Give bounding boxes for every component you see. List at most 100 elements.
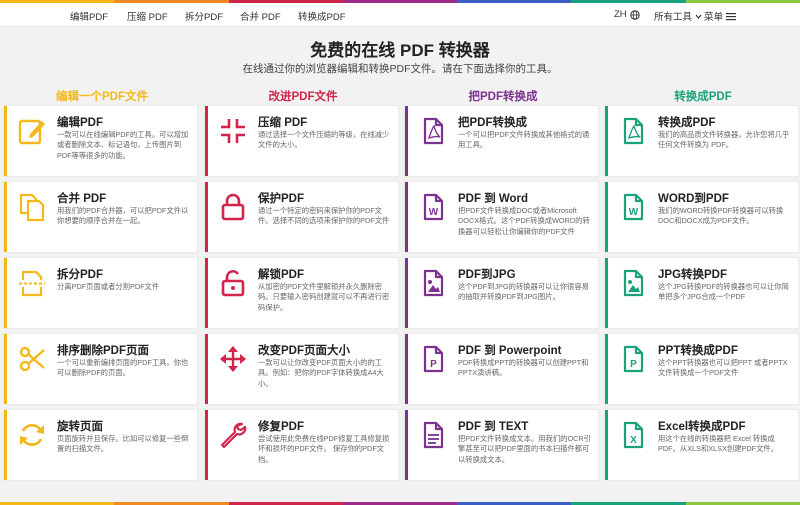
- tool-card-description: 我们的高品质文件转换器，允许您将几乎任何文件转换为 PDF。: [658, 130, 790, 150]
- tool-card-title: 旋转页面: [57, 421, 103, 433]
- tool-card-title: 合并 PDF: [57, 193, 107, 205]
- image-file-icon: [618, 268, 648, 298]
- tool-card[interactable]: X Excel转换成PDF 用这个在线的转换器把 Excel 转换成PDF。从XLS…: [605, 410, 798, 480]
- tool-card[interactable]: 压缩 PDF 通过选择一个文件压缩的等级，在线减少文件的大小。: [205, 106, 398, 176]
- nav-link-merge-pdf[interactable]: 合并 PDF: [240, 9, 281, 23]
- tool-card[interactable]: 旋转页面 页面旋转并且保存。比如可以修复一些倒置的扫描文件。: [4, 410, 197, 480]
- lock-icon: [218, 192, 248, 222]
- tool-card-title: PDF到JPG: [458, 269, 516, 281]
- wrench-icon: [218, 420, 248, 450]
- tool-card-description: 这个PDF到JPG的转换器可以让你很容易的抽取并转换PDF到JPG图片。: [458, 282, 589, 302]
- tool-card[interactable]: PDF 到 TEXT 把PDF文件转换成文本。用我们的OCR引擎甚至可以把PDF里…: [405, 410, 598, 480]
- tool-card-title: 修复PDF: [258, 421, 304, 433]
- tool-card-description: 一款可以在线编辑PDF的工具。可以增加或者删除文本、标记语句，上传图片到PDF等…: [57, 130, 189, 160]
- tool-card-description: 分离PDF页面或者分割PDF文件: [57, 282, 160, 291]
- all-tools-dropdown[interactable]: 所有工具: [654, 9, 702, 23]
- svg-text:P: P: [630, 359, 637, 370]
- tool-card-title: 拆分PDF: [57, 269, 103, 281]
- tool-card[interactable]: 保护PDF 通过一个特定的密码来保护你的PDF文件。选择不同的选项来保护你的PDF…: [205, 182, 398, 252]
- column-heading: 转换成PDF: [674, 91, 732, 103]
- tool-card[interactable]: 拆分PDF 分离PDF页面或者分割PDF文件: [4, 258, 197, 328]
- tool-card-title: 排序删除PDF页面: [57, 345, 149, 357]
- tool-card-title: PDF 到 Powerpoint: [458, 345, 562, 357]
- tool-card-description: PDF转换成PPT的转换器可以创建PPT和PPTX演讲稿。: [458, 358, 589, 378]
- nav-link-compress-pdf[interactable]: 压缩 PDF: [127, 9, 168, 23]
- move-icon: [218, 344, 248, 374]
- excel-file-icon: X: [618, 420, 648, 450]
- tool-card-description: 从加密的PDF文件里解锁并永久删除密码。只要输入密码创建就可以不再进行密码保护。: [258, 282, 390, 312]
- tool-card-description: 尝试使用此免费在线PDF修复工具修复损坏和损坏的PDF文件。 保存你的PDF文档…: [258, 434, 390, 464]
- tool-card[interactable]: 解锁PDF 从加密的PDF文件里解锁并永久删除密码。只要输入密码创建就可以不再进行…: [205, 258, 398, 328]
- tool-card-description: 用这个在线的转换器把 Excel 转换成PDF。从XLS和XLSX创建PDF文件…: [658, 434, 779, 454]
- tool-card-description: 通过选择一个文件压缩的等级，在线减少文件的大小。: [258, 130, 390, 150]
- unlock-icon: [218, 268, 248, 298]
- tool-card-title: 编辑PDF: [57, 117, 103, 129]
- svg-text:X: X: [630, 435, 637, 446]
- split-icon: [17, 268, 47, 298]
- svg-text:P: P: [430, 359, 437, 370]
- tool-card[interactable]: W WORD到PDF 我们的WORD转换PDF转换器可以转换DOC和DOCX成为PD…: [605, 182, 798, 252]
- pdf-file-icon: [418, 116, 448, 146]
- copy-icon: [17, 192, 47, 222]
- tool-card[interactable]: 修复PDF 尝试使用此免费在线PDF修复工具修复损坏和损坏的PDF文件。 保存你的…: [205, 410, 398, 480]
- tool-card[interactable]: JPG转换PDF 这个JPG转换PDF的转换器也可以让你简单把多个JPG合成一个P…: [605, 258, 798, 328]
- column-heading: 编辑一个PDF文件: [56, 91, 148, 103]
- nav-link-split-pdf[interactable]: 拆分PDF: [185, 9, 223, 23]
- hamburger-icon: [726, 12, 737, 20]
- tool-card-title: WORD到PDF: [658, 193, 729, 205]
- ppt-file-icon: P: [418, 344, 448, 374]
- tool-card-description: 一个可以重新编排页面的PDF工具。你也可以删除PDF的页面。: [57, 358, 189, 378]
- tool-card[interactable]: 合并 PDF 用我们的PDF合并器，可以把PDF文件以你想要的顺序合并在一起。: [4, 182, 197, 252]
- nav-link-edit-pdf[interactable]: 编辑PDF: [70, 9, 108, 23]
- tool-card-description: 通过一个特定的密码来保护你的PDF文件。选择不同的选项来保护你的PDF文件: [258, 206, 390, 226]
- rotate-icon: [17, 420, 47, 450]
- ppt-file-icon: P: [618, 344, 648, 374]
- tool-card-title: 解锁PDF: [258, 269, 304, 281]
- tool-card-description: 这个JPG转换PDF的转换器也可以让你简单把多个JPG合成一个PDF: [658, 282, 789, 302]
- tool-card-title: PPT转换成PDF: [658, 345, 738, 357]
- tool-card[interactable]: 转换成PDF 我们的高品质文件转换器，允许您将几乎任何文件转换为 PDF。: [605, 106, 798, 176]
- tool-card[interactable]: PDF到JPG 这个PDF到JPG的转换器可以让你很容易的抽取并转换PDF到JPG…: [405, 258, 598, 328]
- tool-card[interactable]: 编辑PDF 一款可以在线编辑PDF的工具。可以增加或者删除文本、标记语句，上传图片…: [4, 106, 197, 176]
- language-selector[interactable]: ZH: [614, 9, 640, 20]
- tool-card-description: 我们的WORD转换PDF转换器可以转换DOC和DOCX成为PDF文件。: [658, 206, 784, 226]
- svg-text:W: W: [429, 207, 439, 218]
- column-heading: 改进PDF文件: [268, 91, 338, 103]
- word-file-icon: W: [618, 192, 648, 222]
- tool-card[interactable]: 排序删除PDF页面 一个可以重新编排页面的PDF工具。你也可以删除PDF的页面。: [4, 334, 197, 404]
- word-file-icon: W: [418, 192, 448, 222]
- tool-card[interactable]: 改变PDF页面大小 一款可以让你改变PDF页面大小的的工具。例如：把你的PDF字体…: [205, 334, 398, 404]
- compress-icon: [218, 116, 248, 146]
- tool-card-description: 用我们的PDF合并器，可以把PDF文件以你想要的顺序合并在一起。: [57, 206, 189, 226]
- tool-card-title: JPG转换PDF: [658, 269, 728, 281]
- tool-card-title: Excel转换成PDF: [658, 421, 746, 433]
- nav-link-convert-to-pdf[interactable]: 转换成PDF: [298, 9, 346, 23]
- edit-icon: [17, 116, 47, 146]
- tool-card[interactable]: P PPT转换成PDF 这个PPT转换器也可以把PPT 或者PPTX文件转换成一个P…: [605, 334, 798, 404]
- all-tools-label: 所有工具: [654, 12, 693, 23]
- tool-card[interactable]: 把PDF转换成 一个可以把PDF文件转换成其他格式的通用工具。: [405, 106, 598, 176]
- menu-label: 菜单: [704, 12, 724, 23]
- tool-card[interactable]: P PDF 到 Powerpoint PDF转换成PPT的转换器可以创建PPT和PP…: [405, 334, 598, 404]
- image-file-icon: [418, 268, 448, 298]
- page-title: 免费的在线 PDF 转换器: [310, 41, 490, 60]
- tool-card-description: 一款可以让你改变PDF页面大小的的工具。例如：把你的PDF字体转换成A4大小。: [258, 358, 384, 388]
- tool-card-title: PDF 到 TEXT: [458, 421, 529, 433]
- menu-button[interactable]: 菜单: [704, 9, 737, 23]
- pdf-file-icon: [618, 116, 648, 146]
- top-navigation-bar: 编辑PDF 压缩 PDF 拆分PDF 合并 PDF 转换成PDF ZH 所有工具…: [0, 3, 800, 27]
- tool-card[interactable]: W PDF 到 Word 把PDF文件转换成DOC或者Microsoft DOCX格…: [405, 182, 598, 252]
- language-label: ZH: [614, 9, 627, 20]
- page-subtitle: 在线通过你的浏览器编辑和转换PDF文件。请在下面选择你的工具。: [242, 63, 558, 75]
- tool-card-title: 压缩 PDF: [258, 117, 308, 129]
- tool-card-description: 页面旋转并且保存。比如可以修复一些倒置的扫描文件。: [57, 434, 189, 454]
- tool-card-description: 一个可以把PDF文件转换成其他格式的通用工具。: [458, 130, 590, 150]
- tool-card-description: 这个PPT转换器也可以把PPT 或者PPTX文件转换成一个PDF文件: [658, 358, 788, 378]
- tool-card-description: 把PDF文件转换成文本。用我们的OCR引擎甚至可以把PDF里面的书本扫描件都可以…: [458, 434, 591, 464]
- scissors-icon: [17, 344, 47, 374]
- tool-card-title: PDF 到 Word: [458, 193, 529, 205]
- tool-card-title: 把PDF转换成: [458, 117, 527, 129]
- text-file-icon: [418, 420, 448, 450]
- tool-card-description: 把PDF文件转换成DOC或者Microsoft DOCX格式。这个PDF转换成W…: [458, 206, 590, 236]
- tool-card-title: 改变PDF页面大小: [258, 345, 350, 357]
